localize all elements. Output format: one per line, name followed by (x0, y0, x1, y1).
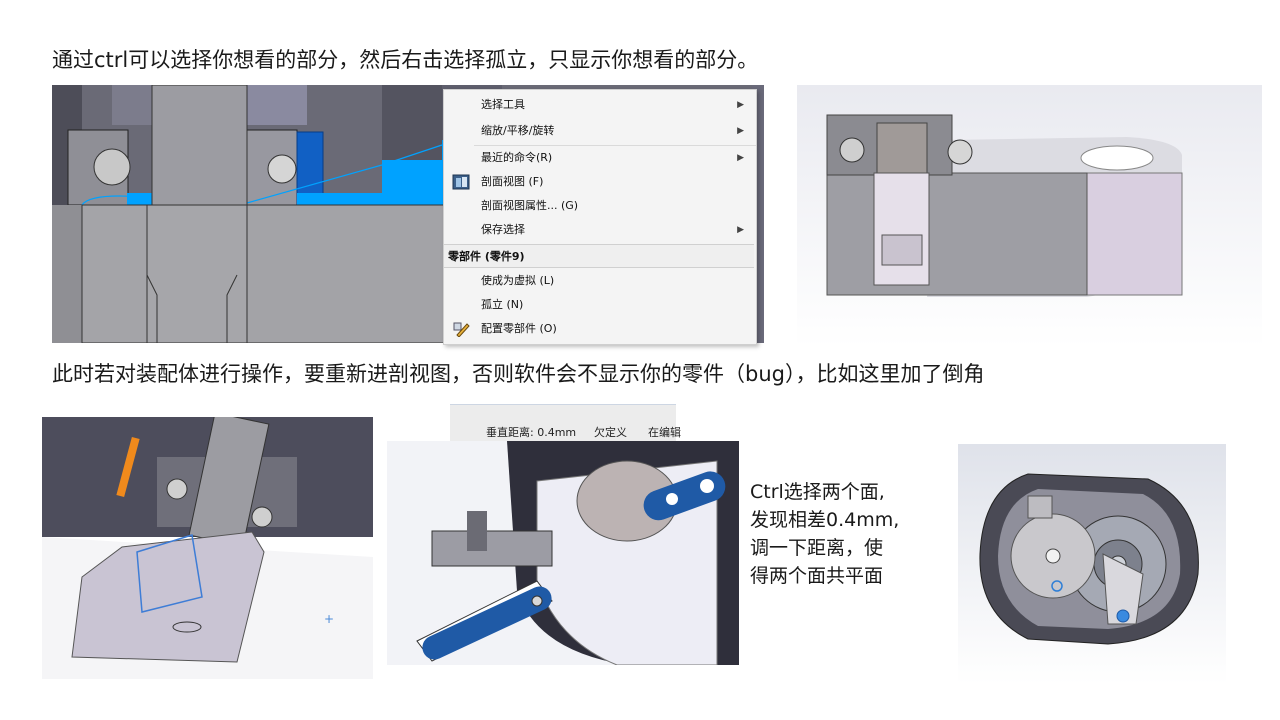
menu-item-label: 剖面视图属性... (G) (481, 199, 579, 212)
top-view-screenshot[interactable] (958, 444, 1226, 684)
measure-screenshot[interactable] (387, 441, 739, 665)
menu-item-select-tools[interactable]: 选择工具 ▶ (444, 94, 754, 116)
context-menu[interactable]: 选择工具 ▶ 缩放/平移/旋转 ▶ 最近的命令(R) ▶ 剖面视图 (F) 剖面… (443, 89, 757, 345)
menu-item-label: 保存选择 (481, 223, 525, 236)
note-line: 得两个面共平面 (750, 565, 884, 587)
submenu-arrow-icon: ▶ (737, 225, 744, 235)
editing-state: 在编辑 (648, 426, 681, 439)
top-view-model (979, 473, 1199, 645)
section-view-icon (452, 174, 470, 190)
submenu-arrow-icon: ▶ (737, 100, 744, 110)
menu-item-isolate[interactable]: 孤立 (N) (444, 294, 754, 316)
menu-item-label: 配置零部件 (O) (481, 322, 557, 335)
menu-separator (474, 145, 756, 146)
submenu-arrow-icon: ▶ (737, 153, 744, 163)
menu-item-section-view-properties[interactable]: 剖面视图属性... (G) (444, 195, 754, 217)
status-bar: 垂直距离: 0.4mm 欠定义 在编辑 (450, 404, 681, 441)
definition-state: 欠定义 (594, 426, 627, 439)
menu-item-label: 剖面视图 (F) (481, 175, 544, 188)
menu-item-configure-component[interactable]: 配置零部件 (O) (444, 318, 754, 340)
menu-item-label: 选择工具 (481, 98, 525, 111)
configure-component-icon (453, 322, 470, 337)
submenu-arrow-icon: ▶ (737, 126, 744, 136)
chamfer-screenshot[interactable]: + (42, 417, 373, 679)
isolated-part-model (826, 114, 1183, 297)
menu-item-save-selection[interactable]: 保存选择 ▶ (444, 219, 754, 241)
top-instruction-text: 通过ctrl可以选择你想看的部分，然后右击选择孤立，只显示你想看的部分。 (52, 48, 759, 72)
menu-item-zoom-pan-rotate[interactable]: 缩放/平移/旋转 ▶ (444, 120, 754, 142)
menu-section-header: 零部件 (零件9) (444, 244, 754, 268)
note-line: Ctrl选择两个面, (750, 481, 885, 503)
svg-text:+: + (324, 612, 334, 626)
menu-item-label: 最近的命令(R) (481, 151, 553, 164)
note-line: 发现相差0.4mm, (750, 509, 900, 531)
isolated-part-screenshot[interactable] (797, 85, 1262, 347)
menu-item-label: 使成为虚拟 (L) (481, 274, 555, 287)
distance-readout: 垂直距离: 0.4mm (486, 426, 577, 439)
menu-item-label: 孤立 (N) (481, 298, 524, 311)
chamfer-model: + (42, 417, 373, 679)
menu-item-label: 缩放/平移/旋转 (481, 124, 555, 137)
note-line: 调一下距离，使 (750, 537, 884, 559)
menu-item-make-virtual[interactable]: 使成为虚拟 (L) (444, 270, 754, 292)
menu-item-recent-commands[interactable]: 最近的命令(R) ▶ (444, 147, 754, 169)
menu-item-section-view[interactable]: 剖面视图 (F) (444, 171, 754, 193)
annotation-note: Ctrl选择两个面, 发现相差0.4mm, 调一下距离，使 得两个面共平面 (750, 478, 940, 590)
measure-model (416, 441, 739, 665)
middle-instruction-text: 此时若对装配体进行操作，要重新进剖视图，否则软件会不显示你的零件（bug），比如… (52, 362, 985, 386)
